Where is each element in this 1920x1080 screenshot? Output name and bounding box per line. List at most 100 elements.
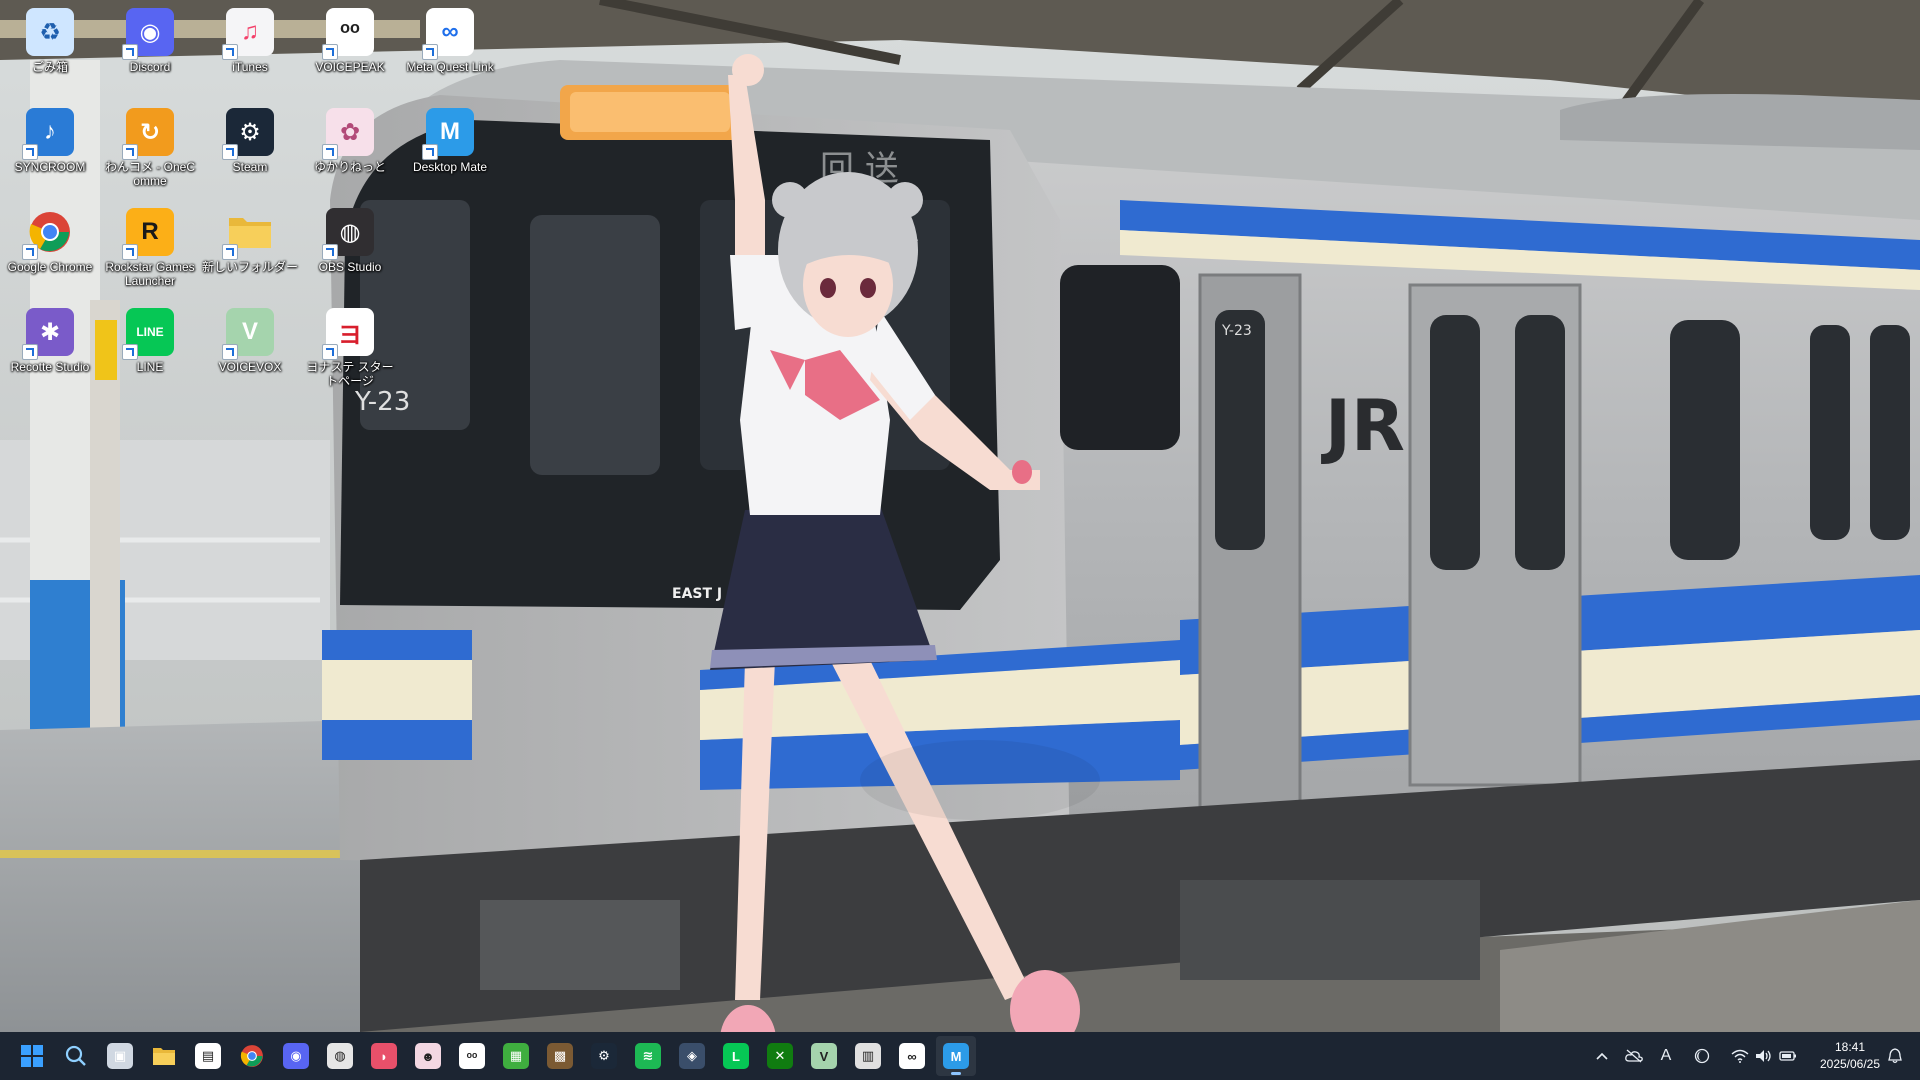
taskbar-minecraft-launcher[interactable]: ▩	[540, 1036, 580, 1076]
desktop-icon-yukarinet[interactable]: ✿ ゆかりねっと	[302, 100, 398, 196]
grass-block-icon: ▩	[547, 1043, 573, 1069]
character-icon: ☻	[415, 1043, 441, 1069]
taskbar-spotify[interactable]: ≋	[628, 1036, 668, 1076]
discord-icon: ◉	[283, 1043, 309, 1069]
shortcut-arrow-icon	[322, 44, 338, 60]
chrome-icon	[22, 208, 74, 260]
desktop-icon-recotte[interactable]: ✱ Recotte Studio	[2, 300, 98, 396]
desktop-icon-rockstar[interactable]: R Rockstar Games Launcher	[102, 200, 198, 296]
desktop-icon-yonaste[interactable]: ヨヨナステ スタートページ	[302, 300, 398, 396]
desktop-icon-label: Meta Quest Link	[406, 60, 494, 74]
desktop-icon-onecomme[interactable]: ↻ わんコメ - OneComme	[102, 100, 198, 196]
desktop-icon-desktop-mate[interactable]: M Desktop Mate	[402, 100, 498, 196]
taskbar-desktop-mate[interactable]: M	[936, 1036, 976, 1076]
battery-icon[interactable]	[1776, 1044, 1800, 1068]
desktop-icon-voicevox[interactable]: V VOICEVOX	[202, 300, 298, 396]
desktop-icon-line[interactable]: LINE LINE	[102, 300, 198, 396]
taskbar-chrome[interactable]	[232, 1036, 272, 1076]
chrome-icon	[239, 1043, 265, 1069]
film-icon: ▥	[855, 1043, 881, 1069]
task-view-icon: ▣	[107, 1043, 133, 1069]
jr-car-logo: JR	[1321, 385, 1405, 467]
yukarinet-icon: ✿	[322, 108, 374, 160]
taskbar-voicepeak[interactable]: ᵒᵒ	[452, 1036, 492, 1076]
volume-icon[interactable]	[1752, 1044, 1776, 1068]
desktop-icon-label: ごみ箱	[31, 60, 68, 74]
desktop-icon-label: LINE	[136, 360, 164, 374]
shortcut-arrow-icon	[322, 344, 338, 360]
rockstar-icon: R	[122, 208, 174, 260]
taskbar-voicevox[interactable]: V	[804, 1036, 844, 1076]
taskbar-xbox[interactable]: ✕	[760, 1036, 800, 1076]
steam-icon: ⚙	[222, 108, 274, 160]
search-icon	[63, 1043, 89, 1069]
shortcut-arrow-icon	[422, 44, 438, 60]
spotify-icon: ≋	[635, 1043, 661, 1069]
recycle-bin-icon: ♻	[26, 8, 74, 56]
notification-bell-icon[interactable]	[1880, 1044, 1910, 1068]
desktop-icon-itunes[interactable]: ♫ iTunes	[202, 0, 298, 96]
desktop-icon-folder[interactable]: 新しいフォルダー	[202, 200, 298, 296]
desktop-icon-label: ゆかりねっと	[313, 160, 386, 174]
meta-icon: ∞	[422, 8, 474, 60]
desktop-icon-label: VOICEVOX	[218, 360, 282, 374]
desktop-icon-meta[interactable]: ∞ Meta Quest Link	[402, 0, 498, 96]
shortcut-arrow-icon	[222, 44, 238, 60]
itunes-icon: ♫	[222, 8, 274, 60]
meta-icon: ∞	[899, 1043, 925, 1069]
onedrive-offline-icon[interactable]	[1622, 1044, 1646, 1068]
creeper-icon: ▦	[503, 1043, 529, 1069]
svg-text:Y-23: Y-23	[1221, 323, 1252, 339]
shortcut-arrow-icon	[222, 344, 238, 360]
desktop-icon-steam[interactable]: ⚙ Steam	[202, 100, 298, 196]
app-icon: ◈	[679, 1043, 705, 1069]
desktop-icon-syncroom[interactable]: ♪ SYNCROOM	[2, 100, 98, 196]
windows-start-icon	[19, 1043, 45, 1069]
desktop-icon-label: SYNCROOM	[14, 160, 86, 174]
shortcut-arrow-icon	[322, 144, 338, 160]
taskbar-microsoft-store[interactable]: ▤	[188, 1036, 228, 1076]
desktop-icon-label: VOICEPEAK	[315, 60, 385, 74]
taskbar-meta-quest-link[interactable]: ∞	[892, 1036, 932, 1076]
taskbar-character-app[interactable]: ☻	[408, 1036, 448, 1076]
voicepeak-icon: ᵒᵒ	[322, 8, 374, 60]
taskbar-file-explorer[interactable]	[144, 1036, 184, 1076]
show-hidden-icons-chevron-icon[interactable]	[1590, 1044, 1614, 1068]
shortcut-arrow-icon	[322, 244, 338, 260]
discord-icon: ◉	[122, 8, 174, 60]
taskbar-start[interactable]	[12, 1036, 52, 1076]
taskbar-search[interactable]	[56, 1036, 96, 1076]
taskbar-minecraft[interactable]: ▦	[496, 1036, 536, 1076]
ime-mode-indicator[interactable]: A	[1654, 1044, 1678, 1068]
desktop-mate-icon: M	[422, 108, 474, 160]
syncroom-icon: ♪	[22, 108, 74, 160]
taskbar-video-editor[interactable]: ▥	[848, 1036, 888, 1076]
steam-icon: ⚙	[591, 1043, 617, 1069]
desktop-icon-label: 新しいフォルダー	[202, 260, 299, 274]
taskbar-generic-app[interactable]: ◈	[672, 1036, 712, 1076]
wifi-icon[interactable]	[1728, 1044, 1752, 1068]
desktop-icon-chrome[interactable]: Google Chrome	[2, 200, 98, 296]
shortcut-arrow-icon	[22, 344, 38, 360]
taskbar-line[interactable]: L	[716, 1036, 756, 1076]
shortcut-arrow-icon	[122, 144, 138, 160]
shortcut-arrow-icon	[122, 244, 138, 260]
line-icon: L	[723, 1043, 749, 1069]
focus-assist-moon-icon[interactable]	[1690, 1044, 1714, 1068]
taskbar-steam[interactable]: ⚙	[584, 1036, 624, 1076]
desktop-icon-recycle-bin[interactable]: ♻ ごみ箱	[2, 0, 98, 96]
taskbar-discord[interactable]: ◉	[276, 1036, 316, 1076]
desktop-icon-obs[interactable]: ◍ OBS Studio	[302, 200, 398, 296]
taskbar-obs[interactable]: ◍	[320, 1036, 360, 1076]
desktop-icon-label: iTunes	[232, 60, 268, 74]
desktop-icon-label: ヨナステ スタートページ	[306, 360, 394, 388]
desktop-icon-discord[interactable]: ◉ Discord	[102, 0, 198, 96]
desktop-icon-label: Recotte Studio	[10, 360, 90, 374]
taskbar-lips-app[interactable]: ◗	[364, 1036, 404, 1076]
shortcut-arrow-icon	[122, 344, 138, 360]
desktop-icon-label: Desktop Mate	[412, 160, 488, 174]
desktop-icon-voicepeak[interactable]: ᵒᵒ VOICEPEAK	[302, 0, 398, 96]
desktop-icon-label: OBS Studio	[318, 260, 382, 274]
voicevox-icon: V	[222, 308, 274, 360]
taskbar-task-view[interactable]: ▣	[100, 1036, 140, 1076]
